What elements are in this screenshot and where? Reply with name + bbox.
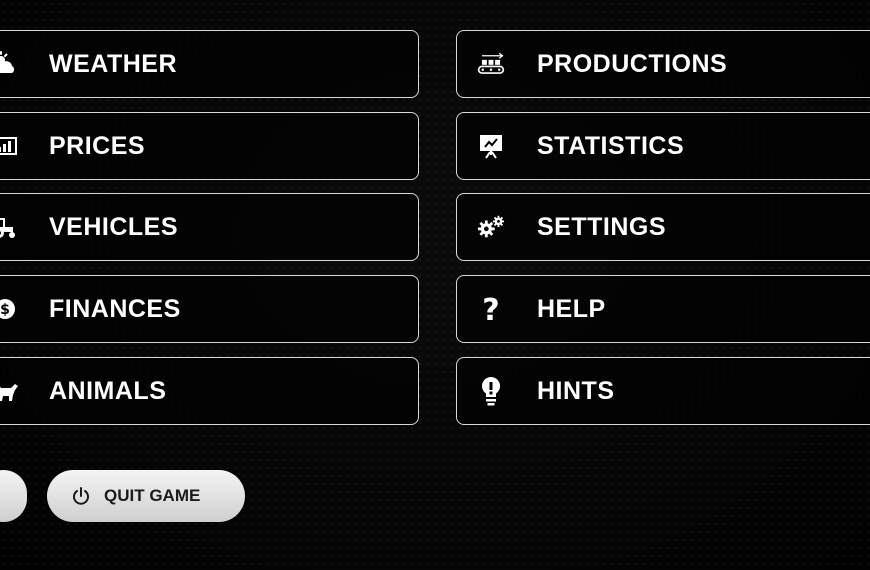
settings-button[interactable]: SETTINGS (456, 193, 870, 261)
help-button[interactable]: ? HELP (456, 275, 870, 343)
prices-button[interactable]: PRICES (0, 112, 419, 180)
statistics-label: STATISTICS (537, 131, 685, 160)
prices-icon (0, 132, 19, 160)
help-label: HELP (537, 294, 606, 323)
tractor-icon (0, 213, 19, 241)
hints-button[interactable]: HINTS (456, 357, 870, 425)
animals-button[interactable]: ANIMALS (0, 357, 419, 425)
vehicles-button[interactable]: VEHICLES (0, 193, 419, 261)
finances-label: FINANCES (49, 294, 181, 323)
finances-button[interactable]: $ FINANCES (0, 275, 419, 343)
statistics-button[interactable]: STATISTICS (456, 112, 870, 180)
dollar-coin-icon: $ (0, 295, 19, 323)
hints-label: HINTS (537, 376, 615, 405)
quit-game-label: QUIT GAME (104, 486, 201, 505)
power-icon (71, 486, 91, 506)
weather-button[interactable]: WEATHER (0, 30, 419, 98)
weather-icon (0, 50, 19, 78)
cow-icon (0, 377, 19, 405)
prices-label: PRICES (49, 131, 146, 160)
svg-text:?: ? (482, 294, 499, 324)
quit-game-button[interactable]: QUIT GAME (47, 470, 245, 522)
settings-label: SETTINGS (537, 212, 667, 241)
lightbulb-icon (477, 376, 505, 406)
presentation-board-icon (477, 132, 505, 160)
animals-label: ANIMALS (49, 376, 167, 405)
productions-label: PRODUCTIONS (537, 49, 728, 78)
vehicles-label: VEHICLES (49, 212, 179, 241)
productions-button[interactable]: PRODUCTIONS (456, 30, 870, 98)
weather-label: WEATHER (49, 49, 178, 78)
svg-text:$: $ (0, 302, 10, 318)
conveyor-icon (477, 50, 505, 78)
back-button[interactable] (0, 470, 27, 522)
question-mark-icon: ? (477, 294, 505, 324)
gears-icon (477, 213, 505, 241)
